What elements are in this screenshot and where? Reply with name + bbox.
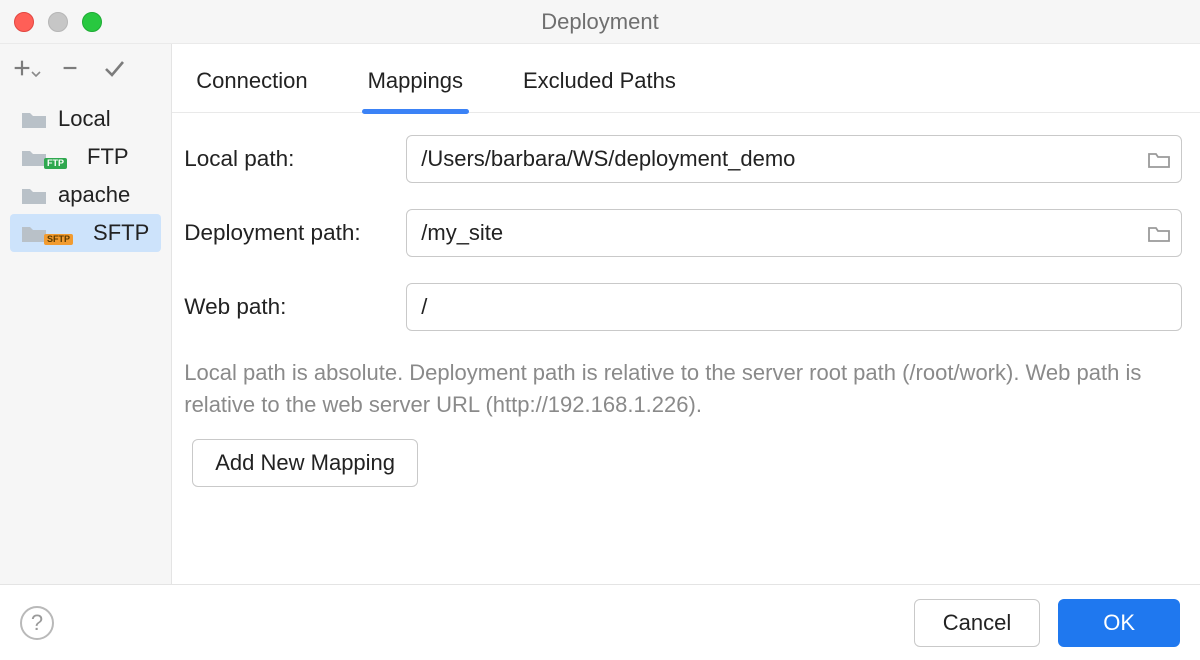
web-path-row: Web path: [184,283,1182,331]
sftp-badge: SFTP [44,234,73,245]
mappings-help-text: Local path is absolute. Deployment path … [184,357,1176,421]
ok-button[interactable]: OK [1058,599,1180,647]
server-item-label: SFTP [93,220,149,246]
deployment-path-input[interactable] [406,209,1182,257]
server-list: Local FTP FTP apache [0,100,171,252]
folder-icon [20,185,48,205]
tab-excluded-paths[interactable]: Excluded Paths [517,68,682,112]
folder-open-icon [1147,223,1171,243]
tab-mappings[interactable]: Mappings [362,68,469,112]
server-item-label: FTP [87,144,129,170]
tab-label: Excluded Paths [523,68,676,93]
window-controls [14,0,102,43]
plus-icon [11,57,33,79]
web-path-label: Web path: [184,294,406,320]
local-path-label: Local path: [184,146,406,172]
server-item-local[interactable]: Local [0,100,171,138]
web-path-input[interactable] [406,283,1182,331]
mappings-form: Local path: Deployment path: [172,113,1200,487]
server-item-ftp[interactable]: FTP FTP [0,138,171,176]
add-new-mapping-label: Add New Mapping [215,450,395,475]
deployment-dialog: Deployment [0,0,1200,660]
zoom-window-button[interactable] [82,12,102,32]
local-path-field-wrap [406,135,1182,183]
titlebar: Deployment [0,0,1200,44]
set-default-server-button[interactable] [94,50,134,86]
add-new-mapping-button[interactable]: Add New Mapping [192,439,418,487]
folder-icon [20,109,48,129]
folder-open-icon [1147,149,1171,169]
minimize-window-button[interactable] [48,12,68,32]
help-button[interactable]: ? [20,606,54,640]
add-server-button[interactable] [6,50,46,86]
check-icon [102,56,126,80]
browse-local-path-button[interactable] [1142,142,1176,176]
browse-deployment-path-button[interactable] [1142,216,1176,250]
tab-label: Mappings [368,68,463,93]
local-path-input[interactable] [406,135,1182,183]
sidebar-toolbar [0,44,171,92]
window-title: Deployment [541,9,658,35]
cancel-label: Cancel [943,610,1011,635]
deployment-path-label: Deployment path: [184,220,406,246]
deployment-path-row: Deployment path: [184,209,1182,257]
server-item-label: Local [58,106,111,132]
sidebar: Local FTP FTP apache [0,44,172,584]
local-path-row: Local path: [184,135,1182,183]
server-item-label: apache [58,182,130,208]
question-mark-icon: ? [31,610,43,636]
chevron-down-icon [31,69,41,79]
content-area: Local FTP FTP apache [0,44,1200,584]
cancel-button[interactable]: Cancel [914,599,1040,647]
remove-server-button[interactable] [50,50,90,86]
web-path-field-wrap [406,283,1182,331]
minus-icon [59,57,81,79]
main-panel: Connection Mappings Excluded Paths Local… [172,44,1200,584]
server-item-apache[interactable]: apache [0,176,171,214]
ok-label: OK [1103,610,1135,635]
close-window-button[interactable] [14,12,34,32]
deployment-path-field-wrap [406,209,1182,257]
ftp-badge: FTP [44,158,67,169]
tab-label: Connection [196,68,307,93]
server-item-sftp[interactable]: SFTP SFTP [10,214,161,252]
tab-connection[interactable]: Connection [190,68,313,112]
tab-bar: Connection Mappings Excluded Paths [172,44,1200,113]
dialog-footer: ? Cancel OK [0,584,1200,660]
